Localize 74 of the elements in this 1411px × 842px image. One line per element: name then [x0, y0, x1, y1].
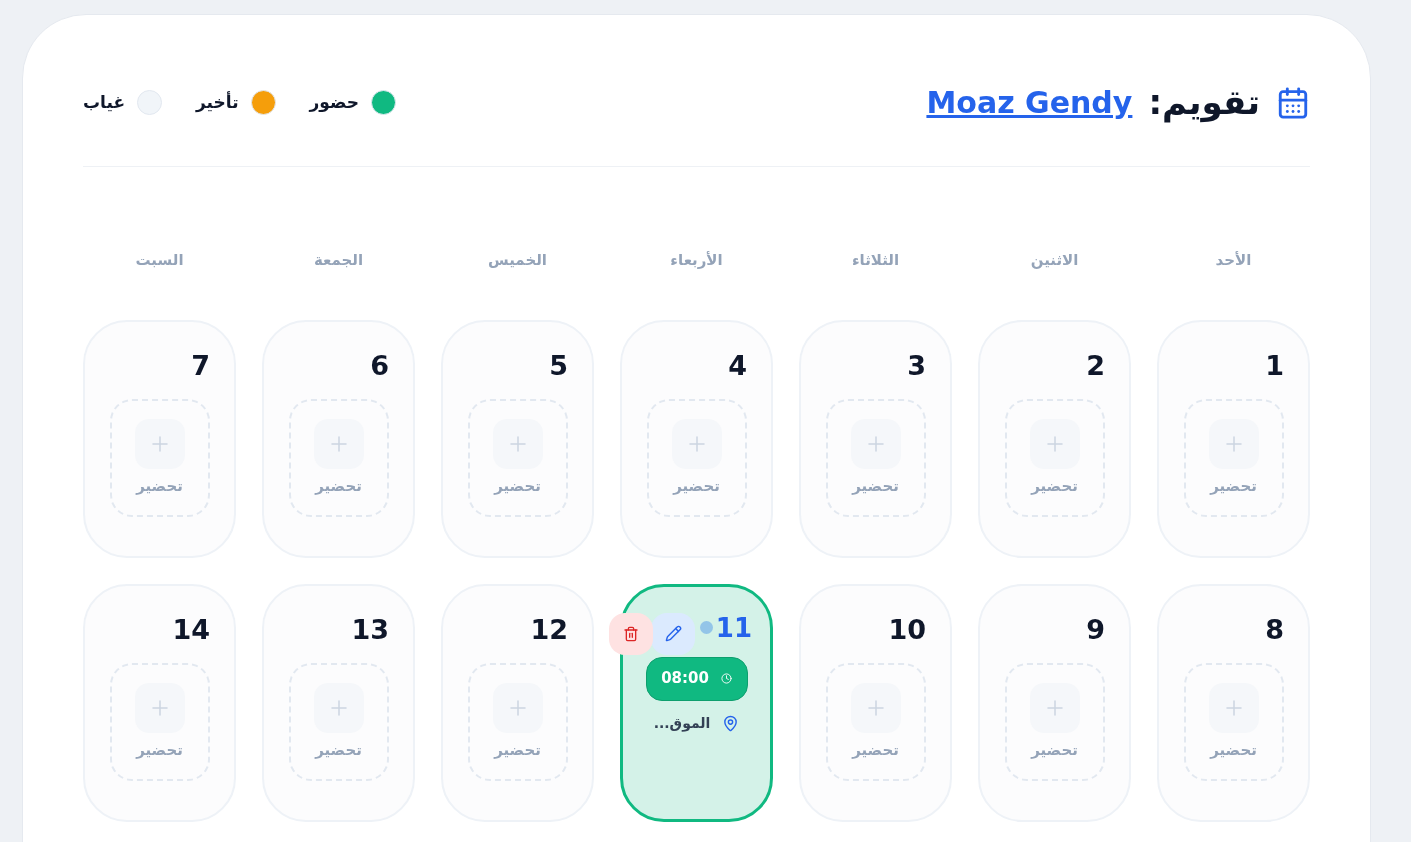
- clock-icon: [720, 673, 732, 684]
- user-link[interactable]: Moaz Gendy: [926, 80, 1133, 125]
- weekday-label: الأحد: [1215, 250, 1252, 271]
- plus-icon: [850, 682, 901, 733]
- add-label: تحضير: [1031, 739, 1078, 761]
- plus-icon: [313, 418, 364, 469]
- plus-icon: [1208, 682, 1259, 733]
- add-attendance-button[interactable]: تحضير: [1183, 398, 1284, 517]
- day-number: 3: [907, 351, 926, 379]
- day-number: 4: [728, 351, 747, 379]
- add-attendance-button[interactable]: تحضير: [288, 662, 389, 781]
- add-label: تحضير: [1210, 739, 1257, 761]
- add-attendance-button[interactable]: تحضير: [1183, 662, 1284, 781]
- plus-icon: [1029, 418, 1080, 469]
- day-number: 10: [888, 615, 926, 643]
- legend-label: حضور: [309, 90, 360, 114]
- day-number: 13: [351, 615, 389, 643]
- add-label: تحضير: [494, 475, 541, 497]
- plus-icon: [134, 418, 185, 469]
- calendar-title: تقويم:: [1148, 81, 1260, 125]
- day-number: 6: [370, 351, 389, 379]
- weekday-label: الجمعة: [313, 250, 364, 271]
- map-pin-icon: [722, 714, 740, 732]
- plus-icon: [492, 682, 543, 733]
- add-attendance-button[interactable]: تحضير: [646, 398, 747, 517]
- weekday-label: الخميس: [488, 250, 547, 271]
- day-number: 12: [530, 615, 568, 643]
- location-text: الموق...: [653, 713, 711, 734]
- trash-icon: [623, 625, 639, 642]
- legend-label: غياب: [83, 90, 126, 114]
- add-label: تحضير: [136, 475, 183, 497]
- day-number: 2: [1086, 351, 1105, 379]
- edit-button[interactable]: [651, 612, 695, 655]
- weekday-label: الاثنين: [1030, 250, 1079, 271]
- add-label: تحضير: [852, 739, 899, 761]
- plus-icon: [850, 418, 901, 469]
- plus-icon: [671, 418, 722, 469]
- check-in-time: 08:00: [661, 668, 709, 690]
- delete-button[interactable]: [609, 612, 653, 655]
- add-attendance-button[interactable]: تحضير: [467, 398, 568, 517]
- day-number: 7: [191, 351, 210, 379]
- add-attendance-button[interactable]: تحضير: [109, 398, 210, 517]
- weekday-label: الأربعاء: [670, 250, 723, 271]
- add-attendance-button[interactable]: تحضير: [467, 662, 568, 781]
- add-label: تحضير: [494, 739, 541, 761]
- add-attendance-button[interactable]: تحضير: [1004, 398, 1105, 517]
- day-number: 5: [549, 351, 568, 379]
- day-number: 1: [1265, 351, 1284, 379]
- day-number: 14: [172, 615, 210, 643]
- weekday-label: السبت: [135, 250, 184, 271]
- add-label: تحضير: [315, 475, 362, 497]
- add-label: تحضير: [315, 739, 362, 761]
- legend-label: تأخير: [196, 90, 239, 115]
- calendar-icon: [1276, 85, 1310, 120]
- day-number: 8: [1265, 615, 1284, 643]
- add-label: تحضير: [1210, 475, 1257, 497]
- plus-icon: [134, 682, 185, 733]
- add-attendance-button[interactable]: تحضير: [288, 398, 389, 517]
- add-label: تحضير: [852, 475, 899, 497]
- weekday-label: الثلاثاء: [851, 250, 900, 271]
- plus-icon: [313, 682, 364, 733]
- add-attendance-button[interactable]: تحضير: [109, 662, 210, 781]
- add-attendance-button[interactable]: تحضير: [825, 662, 926, 781]
- plus-icon: [1029, 682, 1080, 733]
- add-label: تحضير: [136, 739, 183, 761]
- add-label: تحضير: [1031, 475, 1078, 497]
- day-number: 9: [1086, 615, 1105, 643]
- add-label: تحضير: [673, 475, 720, 497]
- plus-icon: [1208, 418, 1259, 469]
- add-attendance-button[interactable]: تحضير: [825, 398, 926, 517]
- day-number: 11: [715, 614, 752, 641]
- pencil-icon: [664, 625, 682, 642]
- plus-icon: [492, 418, 543, 469]
- add-attendance-button[interactable]: تحضير: [1004, 662, 1105, 781]
